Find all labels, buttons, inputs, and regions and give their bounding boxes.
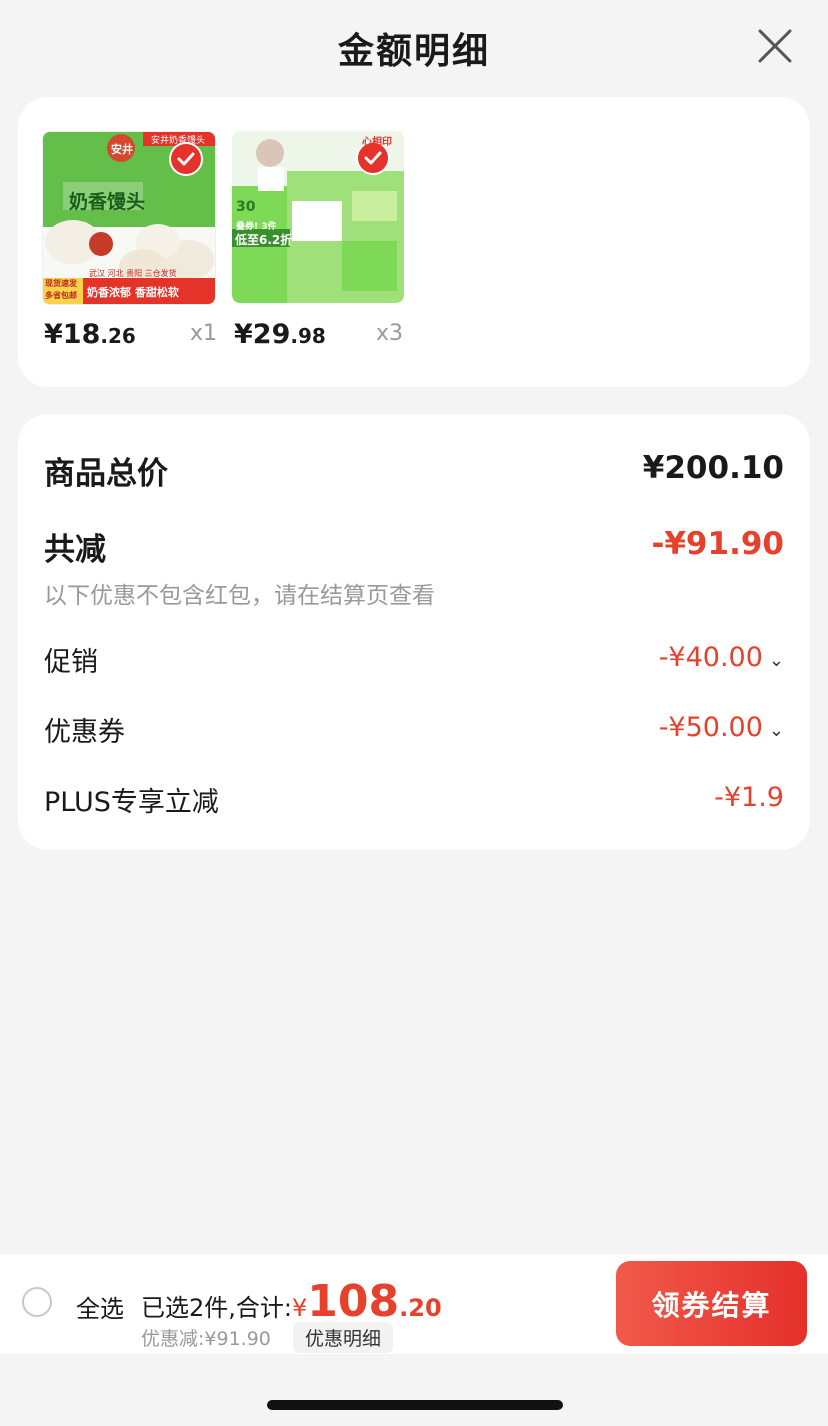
promo-row-toggle[interactable]: -¥40.00 ⌄ [659,642,784,673]
product-brand: 安井 [111,143,133,156]
discount-detail-button[interactable]: 优惠明细 [293,1322,394,1353]
product-tag: 安井奶香馒头 [151,136,206,146]
chevron-down-icon: ⌄ [768,650,784,671]
discount-note: 以下优惠不包含红包，请在结算页查看 [44,583,435,609]
product-price: ¥18.26 [44,319,136,350]
price-int: ¥18 [44,319,101,350]
total-amount: ¥108.20 [291,1276,442,1327]
promo-value: -¥40.00 [658,642,763,673]
total-dec: .20 [399,1294,442,1322]
product-image-mantou[interactable]: 安井奶香馒头 安井 奶香馒头 现货速发 多省包邮 武汉 河北 贵阳 三仓发货 奶… [42,131,216,305]
home-indicator[interactable] [267,1400,563,1410]
promo-label: 促销 [44,647,98,678]
chevron-down-icon: ⌄ [768,720,784,741]
product-image-title: 低至6.2折 [235,233,293,247]
product-price: ¥29.98 [234,319,326,350]
price-int: ¥29 [234,319,291,350]
page-title: 金额明细 [337,31,490,72]
checkout-bar: 全选 已选2件,合计:¥108.20 优惠减:¥91.90 优惠明细 领券结算 [0,1254,828,1354]
product-brand: 心相印 [362,137,392,148]
select-all-radio[interactable] [22,1287,52,1317]
price-summary-card: 商品总价 ¥200.10 共减 -¥91.90 以下优惠不包含红包，请在结算页查… [18,414,810,850]
reduce-label: 共减 [44,532,106,568]
header: 金额明细 [0,0,828,90]
plus-value: -¥1.9 [714,782,784,813]
product-slogan: 奶香浓郁 香甜松软 [87,286,179,299]
total-currency: ¥ [291,1294,308,1322]
product-image-tissue[interactable]: 心相印 30 叠券! 3件 低至6.2折 [232,131,404,303]
check-icon [177,152,195,166]
total-label: 商品总价 [44,456,168,492]
close-icon[interactable] [757,28,793,64]
total-value: ¥200.10 [642,450,784,486]
selected-check[interactable] [169,142,203,176]
selected-summary: 已选2件,合计:¥108.20 [141,1276,442,1327]
discount-text: 优惠减:¥91.90 [141,1328,271,1350]
total-int: 108 [307,1276,400,1327]
product-image-title: 奶香馒头 [69,191,146,213]
product-qty: x3 [376,321,404,346]
coupon-label: 优惠券 [44,717,125,748]
product-card: 安井奶香馒头 安井 奶香馒头 现货速发 多省包邮 武汉 河北 贵阳 三仓发货 奶… [18,97,810,387]
plus-label: PLUS专享立减 [44,787,219,818]
selected-text: 已选2件,合计: [141,1294,292,1322]
checkout-button[interactable]: 领券结算 [616,1261,807,1346]
price-dec: .26 [100,324,136,348]
coupon-row-toggle[interactable]: -¥50.00 ⌄ [659,712,784,743]
price-dec: .98 [290,324,326,348]
product-badge: 现货速发 多省包邮 [45,279,77,300]
product-region: 武汉 河北 贵阳 三仓发货 [89,269,177,278]
reduce-value: -¥91.90 [651,526,785,562]
select-all-label[interactable]: 全选 [76,1289,124,1324]
product-qty: x1 [190,321,218,346]
product-tag: 30 [236,199,256,215]
coupon-value: -¥50.00 [658,712,763,743]
